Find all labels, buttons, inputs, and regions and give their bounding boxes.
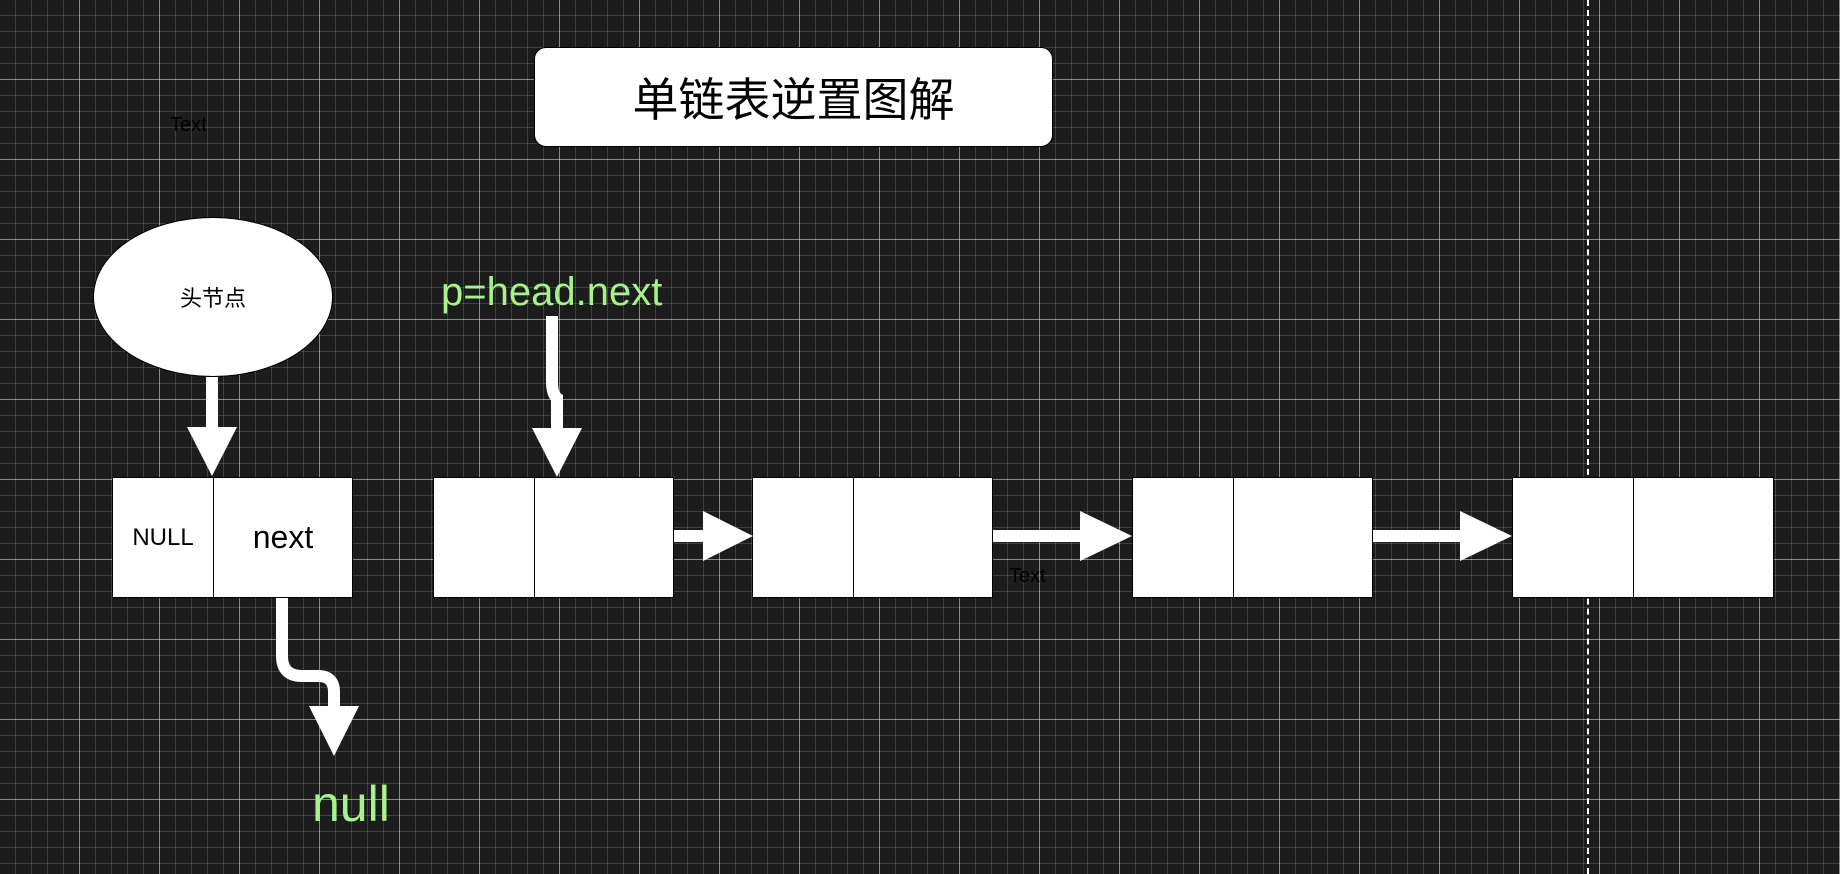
- arrow-pointer-to-node: [532, 316, 582, 477]
- arrow-head-to-cell: [187, 377, 237, 476]
- arrows-layer: [187, 316, 1512, 756]
- arrow-next-to-null: [276, 598, 359, 756]
- arrow-node1-to-node2: [674, 511, 753, 561]
- arrow-node2-to-node3: [993, 511, 1132, 561]
- arrow-node3-to-node4: [1373, 511, 1512, 561]
